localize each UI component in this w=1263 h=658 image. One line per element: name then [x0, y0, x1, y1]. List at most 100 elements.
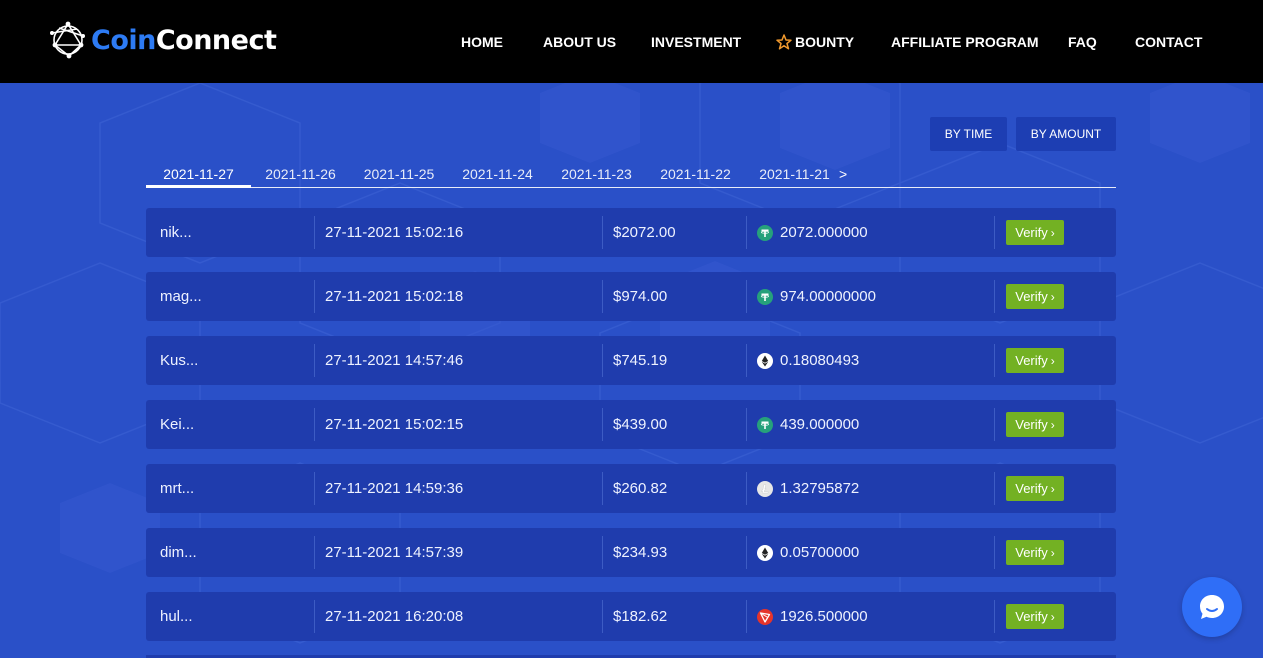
- sort-by-amount-button[interactable]: BY AMOUNT: [1016, 117, 1116, 151]
- row-username: nik...: [160, 224, 192, 241]
- tether-icon: [757, 416, 773, 433]
- chevron-right-icon: ›: [1050, 609, 1055, 624]
- row-crypto-amount: 0.18080493: [757, 336, 859, 385]
- row-divider: [314, 216, 315, 249]
- verify-button[interactable]: Verify ›: [1006, 348, 1064, 373]
- row-divider: [746, 472, 747, 505]
- row-divider: [746, 536, 747, 569]
- nav-faq[interactable]: FAQ: [1068, 32, 1097, 52]
- row-crypto-amount: 1926.500000: [757, 592, 868, 641]
- row-divider: [994, 600, 995, 633]
- star-icon: [776, 34, 792, 50]
- row-divider: [314, 408, 315, 441]
- table-row: nik... 27-11-2021 15:02:16 $2072.00 2072.00…: [146, 208, 1116, 257]
- tab-date[interactable]: 2021-11-24: [448, 166, 547, 187]
- row-datetime: 27-11-2021 14:57:39: [325, 544, 464, 561]
- row-usd-amount: $439.00: [613, 416, 668, 433]
- row-datetime: 27-11-2021 16:20:08: [325, 608, 464, 625]
- chevron-right-icon: ›: [1050, 481, 1055, 496]
- tab-date[interactable]: 2021-11-26: [251, 166, 350, 187]
- chevron-right-icon: ›: [1050, 353, 1055, 368]
- row-username: Kei...: [160, 416, 195, 433]
- ethereum-icon: [757, 352, 773, 369]
- row-divider: [746, 344, 747, 377]
- row-divider: [994, 344, 995, 377]
- verify-label: Verify: [1015, 417, 1048, 432]
- row-divider: [994, 216, 995, 249]
- table-row: mag... 27-11-2021 15:02:18 $974.00 974.0000…: [146, 272, 1116, 321]
- row-divider: [314, 344, 315, 377]
- nav-about-us[interactable]: ABOUT US: [543, 32, 616, 52]
- row-crypto-value: 0.18080493: [780, 352, 860, 369]
- main-nav: HOME ABOUT US INVESTMENT BOUNTY AFFILIAT…: [0, 32, 1263, 52]
- tab-date-active[interactable]: 2021-11-27: [146, 166, 251, 188]
- nav-contact[interactable]: CONTACT: [1135, 32, 1202, 52]
- nav-bounty[interactable]: BOUNTY: [776, 32, 854, 52]
- verify-label: Verify: [1015, 545, 1048, 560]
- verify-label: Verify: [1015, 353, 1048, 368]
- row-usd-amount: $974.00: [613, 288, 668, 305]
- tab-date[interactable]: 2021-11-21: [745, 166, 844, 187]
- chevron-right-icon: ›: [1050, 417, 1055, 432]
- row-datetime: 27-11-2021 15:02:18: [325, 288, 464, 305]
- chevron-right-icon: ›: [1050, 289, 1055, 304]
- chevron-right-icon: ›: [1050, 225, 1055, 240]
- row-usd-amount: $2072.00: [613, 224, 676, 241]
- verify-button[interactable]: Verify ›: [1006, 412, 1064, 437]
- tab-date[interactable]: 2021-11-22: [646, 166, 745, 187]
- row-crypto-value: 0.05700000: [780, 544, 860, 561]
- row-crypto-value: 1926.500000: [780, 608, 868, 625]
- row-username: mag...: [160, 288, 202, 305]
- row-usd-amount: $745.19: [613, 352, 668, 369]
- row-divider: [314, 472, 315, 505]
- row-crypto-amount: 2072.000000: [757, 208, 868, 257]
- row-divider: [602, 536, 603, 569]
- row-crypto-value: 2072.000000: [780, 224, 868, 241]
- table-row: dim... 27-11-2021 14:57:39 $234.93 0.057000…: [146, 528, 1116, 577]
- row-divider: [994, 280, 995, 313]
- row-divider: [994, 472, 995, 505]
- row-divider: [602, 408, 603, 441]
- litecoin-icon: [757, 480, 773, 497]
- row-username: Kus...: [160, 352, 199, 369]
- table-row: Kus... 27-11-2021 14:57:46 $745.19 0.180804…: [146, 336, 1116, 385]
- verify-button[interactable]: Verify ›: [1006, 540, 1064, 565]
- verify-button[interactable]: Verify ›: [1006, 604, 1064, 629]
- table-row: mrt... 27-11-2021 14:59:36 $260.82 1.327958…: [146, 464, 1116, 513]
- tab-date[interactable]: 2021-11-23: [547, 166, 646, 187]
- site-header: CoinConnect HOME ABOUT US INVESTMENT BOU…: [0, 0, 1263, 83]
- row-crypto-amount: 0.05700000: [757, 528, 859, 577]
- nav-investment[interactable]: INVESTMENT: [651, 32, 741, 52]
- nav-affiliate-program[interactable]: AFFILIATE PROGRAM: [891, 32, 1039, 52]
- tabs-next-arrow[interactable]: >: [839, 166, 847, 182]
- chevron-right-icon: ›: [1050, 545, 1055, 560]
- table-row: hul... 27-11-2021 16:20:08 $182.62 1926.500…: [146, 592, 1116, 641]
- row-divider: [746, 600, 747, 633]
- chat-widget-button[interactable]: [1182, 577, 1242, 637]
- verify-label: Verify: [1015, 609, 1048, 624]
- row-divider: [746, 280, 747, 313]
- nav-home[interactable]: HOME: [461, 32, 503, 52]
- row-username: dim...: [160, 544, 197, 561]
- verify-button[interactable]: Verify ›: [1006, 284, 1064, 309]
- row-divider: [602, 280, 603, 313]
- row-divider: [314, 280, 315, 313]
- row-divider: [994, 408, 995, 441]
- row-crypto-amount: 974.00000000: [757, 272, 876, 321]
- verify-button[interactable]: Verify ›: [1006, 476, 1064, 501]
- row-divider: [314, 600, 315, 633]
- sort-by-time-button[interactable]: BY TIME: [930, 117, 1007, 151]
- row-divider: [602, 216, 603, 249]
- row-datetime: 27-11-2021 15:02:16: [325, 224, 464, 241]
- chat-bubble-icon: [1200, 595, 1224, 619]
- row-datetime: 27-11-2021 14:59:36: [325, 480, 464, 497]
- row-crypto-value: 1.32795872: [780, 480, 860, 497]
- row-divider: [746, 216, 747, 249]
- row-username: mrt...: [160, 480, 195, 497]
- row-divider: [994, 536, 995, 569]
- verify-button[interactable]: Verify ›: [1006, 220, 1064, 245]
- row-divider: [314, 536, 315, 569]
- row-crypto-amount: 1.32795872: [757, 464, 859, 513]
- tab-date[interactable]: 2021-11-25: [350, 166, 448, 187]
- row-usd-amount: $182.62: [613, 608, 668, 625]
